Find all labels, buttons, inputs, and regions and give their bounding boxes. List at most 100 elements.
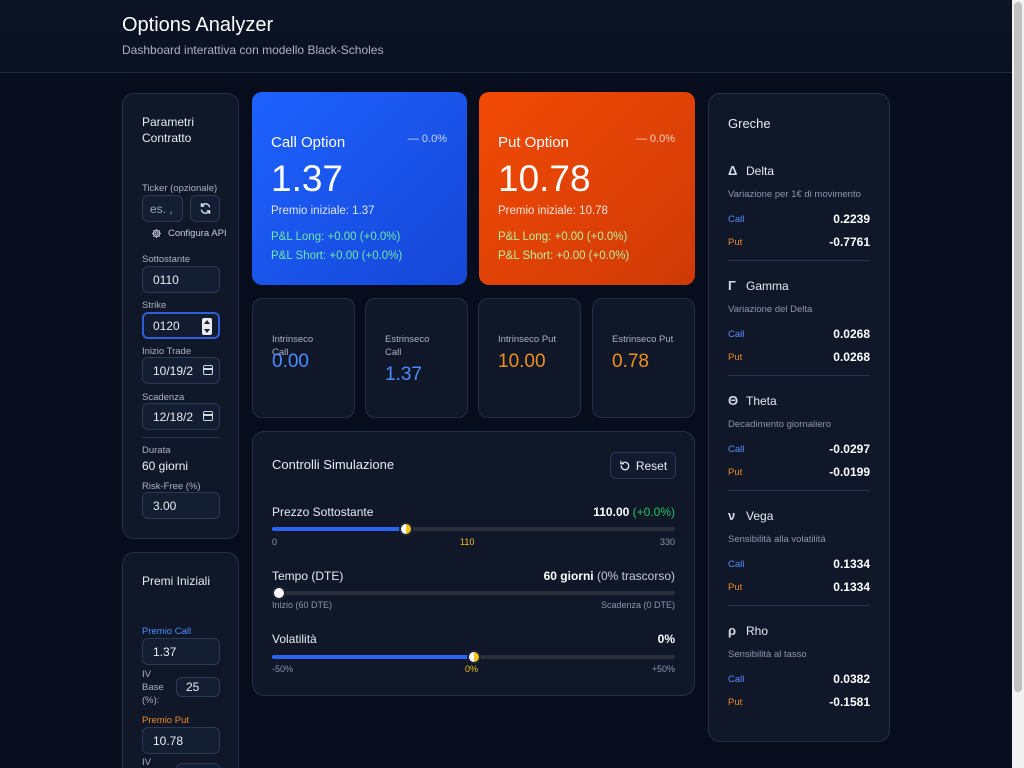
extrinsic-put-card: Estrinseco Put 0.78 <box>592 298 695 418</box>
greek-gamma-description: Variazione del Delta <box>728 304 813 315</box>
sottostante-input[interactable]: 0110 <box>142 266 220 293</box>
scadenza-input[interactable]: 12/18/2 <box>142 403 220 430</box>
put-pl-short: P&L Short: +0.00 (+0.0%) <box>498 250 630 262</box>
greek-delta-symbol-icon: Δ <box>728 163 738 178</box>
time-min-tick: Inizio (60 DTE) <box>272 600 333 610</box>
iv-base-input[interactable]: 25 <box>176 677 220 697</box>
extrinsic-call-value: 1.37 <box>385 364 422 385</box>
price-min-tick: 0 <box>272 537 278 547</box>
greek-delta-put-label: Put <box>728 237 743 248</box>
call-option-title: Call Option <box>271 134 346 151</box>
extrinsic-call-label: Estrinseco Call <box>385 334 430 358</box>
inizio-trade-label: Inizio Trade <box>142 346 192 357</box>
refresh-icon <box>200 202 210 215</box>
volatility-slider[interactable] <box>272 650 675 664</box>
greek-theta-put-value: -0.0199 <box>829 465 870 479</box>
call-pl-long: P&L Long: +0.00 (+0.0%) <box>271 231 401 243</box>
riskfree-label: Risk-Free (%) <box>142 481 201 492</box>
initial-premiums-panel: Premi Iniziali Premio Call 1.37 IV Base … <box>122 552 239 768</box>
iv-base-label-3: (%): <box>142 695 160 706</box>
iv-base-label-2: Base <box>142 682 164 693</box>
parameters-panel: Parametri Contratto Ticker (opzionale) e… <box>122 93 239 539</box>
greek-theta-put-label: Put <box>728 467 743 478</box>
greek-vega-put-label: Put <box>728 582 743 593</box>
greek-vega-symbol-icon: ν <box>728 508 736 523</box>
time-value: 60 giorni <box>543 569 594 583</box>
greek-delta-description: Variazione per 1€ di movimento <box>728 189 861 200</box>
calendar-icon[interactable] <box>203 365 213 375</box>
strike-input[interactable]: 0120 <box>142 312 220 339</box>
time-slider[interactable] <box>272 586 675 600</box>
volatility-slider-label: Volatilità <box>272 632 317 646</box>
strike-label: Strike <box>142 300 167 311</box>
greek-rho-put-value: -0.1581 <box>829 695 870 709</box>
price-max-tick: 330 <box>659 537 675 547</box>
simulation-title: Controlli Simulazione <box>272 457 395 472</box>
intrinsic-call-card: Intrinseco Call 0.00 <box>252 298 355 418</box>
greek-delta-call-label: Call <box>728 214 745 225</box>
time-slider-label: Tempo (DTE) <box>272 569 344 583</box>
volatility-max-tick: +50% <box>651 664 675 674</box>
time-slider-thumb[interactable] <box>272 586 286 600</box>
greek-separator <box>728 375 870 376</box>
premio-put-input[interactable]: 10.78 <box>142 727 220 754</box>
premio-call-input[interactable]: 1.37 <box>142 638 220 665</box>
reset-icon <box>620 460 630 470</box>
time-max-tick: Scadenza (0 DTE) <box>600 600 675 610</box>
page-scrollbar[interactable] <box>1012 0 1024 768</box>
greek-gamma-heading: Γ Gamma <box>728 278 789 293</box>
reset-button[interactable]: Reset <box>610 452 676 479</box>
scadenza-value: 12/18/2 <box>153 410 194 424</box>
durata-value: 60 giorni <box>142 459 189 473</box>
greek-rho-symbol-icon: ρ <box>728 623 737 638</box>
greek-vega-name: Vega <box>746 508 774 523</box>
parameters-title: Parametri Contratto <box>142 115 195 145</box>
greek-separator <box>728 490 870 491</box>
greek-separator <box>728 605 870 606</box>
refresh-ticker-button[interactable] <box>190 195 220 222</box>
greek-delta-heading: Δ Delta <box>728 163 774 178</box>
app-header: Options Analyzer Dashboard interattiva c… <box>0 0 1012 73</box>
ticker-input[interactable]: es. , <box>142 195 183 222</box>
price-change: (+0.0%) <box>632 505 675 519</box>
greek-vega-heading: ν Vega <box>728 508 773 523</box>
extrinsic-put-label: Estrinseco Put <box>612 334 674 345</box>
greek-vega-description: Sensibilità alla volatilità <box>728 534 826 545</box>
greeks-title: Greche <box>728 116 771 131</box>
intrinsic-call-value: 0.00 <box>272 351 309 372</box>
greek-vega-call-value: 0.1334 <box>833 557 870 571</box>
configure-api-link[interactable]: Configura API <box>151 228 227 239</box>
call-price: 1.37 <box>271 158 344 199</box>
call-option-card: Call Option — 0.0% 1.37 Premio iniziale:… <box>252 92 467 285</box>
volatility-slider-fill <box>272 655 474 659</box>
ticker-label: Ticker (opzionale) <box>142 183 218 194</box>
iv-put-input[interactable] <box>176 763 220 768</box>
volatility-slider-thumb[interactable] <box>466 650 481 664</box>
volatility-slider-value: 0% <box>657 632 675 646</box>
price-slider[interactable] <box>272 522 675 536</box>
greek-delta-put-value: -0.7761 <box>829 235 870 249</box>
iv-put-label: IV <box>142 757 151 768</box>
greek-vega-put-value: 0.1334 <box>833 580 870 594</box>
inizio-trade-input[interactable]: 10/19/2 <box>142 357 220 384</box>
greek-rho-put-label: Put <box>728 697 743 708</box>
calendar-icon[interactable] <box>203 411 213 421</box>
strike-spinner[interactable] <box>202 318 212 335</box>
scadenza-label: Scadenza <box>142 392 185 403</box>
price-slider-thumb[interactable] <box>399 522 414 536</box>
reset-label: Reset <box>635 458 668 473</box>
riskfree-input[interactable]: 3.00 <box>142 492 220 519</box>
price-value: 110.00 <box>593 505 630 519</box>
scrollbar-thumb[interactable] <box>1014 2 1022 692</box>
greek-gamma-symbol-icon: Γ <box>728 278 736 293</box>
greek-gamma-call-label: Call <box>728 329 745 340</box>
greek-theta-heading: Θ Theta <box>728 393 777 408</box>
call-initial-premium: Premio iniziale: 1.37 <box>271 205 375 217</box>
greek-rho-name: Rho <box>746 623 769 638</box>
greek-rho-heading: ρ Rho <box>728 623 768 638</box>
call-change: — 0.0% <box>408 133 447 145</box>
greek-vega-call-label: Call <box>728 559 745 570</box>
durata-label: Durata <box>142 445 171 456</box>
extrinsic-put-value: 0.78 <box>612 351 649 372</box>
time-extra: (0% trascorso) <box>596 569 675 583</box>
